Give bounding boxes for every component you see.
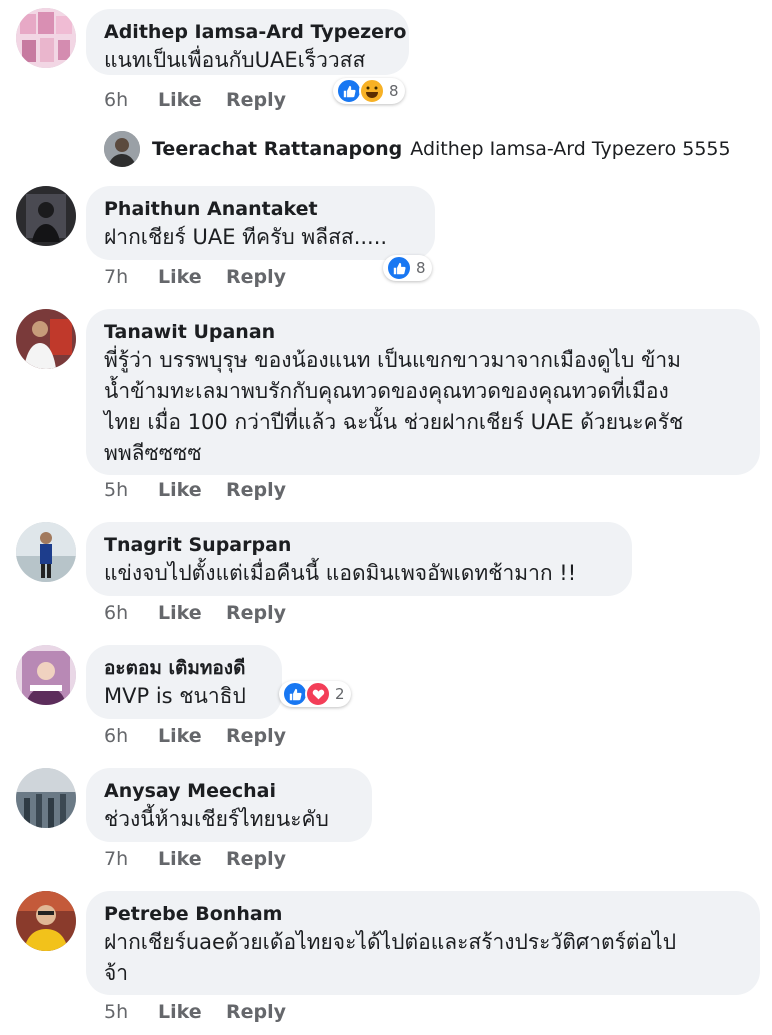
comment-text: MVP is ชนาธิป (104, 684, 246, 708)
comment-bubble: Tnagrit Suparpan แข่งจบไปตั้งแต่เมื่อคืน… (86, 522, 632, 596)
comment-time[interactable]: 6h (104, 602, 158, 624)
comment-actions: 5h Like Reply (104, 479, 286, 501)
reaction-summary[interactable]: 8 (383, 255, 432, 281)
avatar[interactable] (16, 522, 76, 582)
reaction-count: 2 (335, 685, 345, 703)
comment-author[interactable]: Petrebe Bonham (104, 901, 742, 927)
avatar[interactable] (16, 891, 76, 951)
comment-text-line: พี่รู้ว่า บรรพบุรุษ ของน้องแนท เป็นแขกขา… (104, 348, 682, 372)
reply-button[interactable]: Reply (226, 479, 286, 501)
comment-author[interactable]: Adithep Iamsa-Ard Typezero (104, 19, 406, 45)
comment-actions: 5h Like Reply (104, 1001, 286, 1023)
comment-author[interactable]: Phaithun Anantaket (104, 196, 417, 222)
comment-time[interactable]: 5h (104, 479, 158, 501)
comment-time[interactable]: 7h (104, 848, 158, 870)
like-button[interactable]: Like (158, 89, 226, 111)
like-button[interactable]: Like (158, 266, 226, 288)
comment-time[interactable]: 7h (104, 266, 158, 288)
comment-text-line: ไทย เมื่อ 100 กว่าปีที่แล้ว ฉะนั้น ช่วยฝ… (104, 410, 684, 434)
comment-bubble: Anysay Meechai ช่วงนี้ห้ามเชียร์ไทยนะคับ (86, 768, 372, 842)
reaction-summary[interactable]: 8 (333, 78, 405, 104)
haha-icon (359, 78, 385, 104)
reply-button[interactable]: Reply (226, 1001, 286, 1023)
comment-time[interactable]: 6h (104, 89, 158, 111)
like-button[interactable]: Like (158, 725, 226, 747)
comment-text: แข่งจบไปตั้งแต่เมื่อคืนนี้ แอดมินเพจอัพเ… (104, 561, 577, 585)
avatar[interactable] (16, 768, 76, 828)
comment-text-line: จ้า (104, 961, 129, 985)
comment-bubble: Petrebe Bonham ฝากเชียร์uaeด้วยเด้อไทยจะ… (86, 891, 760, 995)
comment-bubble: Phaithun Anantaket ฝากเชียร์ UAE ทีครับ … (86, 186, 435, 260)
comment-actions: 6h Like Reply (104, 89, 286, 111)
comment-time[interactable]: 6h (104, 725, 158, 747)
reply-button[interactable]: Reply (226, 266, 286, 288)
comment-text: ช่วงนี้ห้ามเชียร์ไทยนะคับ (104, 807, 329, 831)
like-icon (386, 255, 412, 281)
reaction-count: 8 (416, 259, 426, 277)
comment-actions: 6h Like Reply (104, 725, 286, 747)
reply-author[interactable]: Teerachat Rattanapong (152, 138, 402, 160)
reaction-count: 8 (389, 82, 399, 100)
comment-text: แนทเป็นเพื่อนกับUAEเร็ววสส (104, 48, 366, 72)
like-button[interactable]: Like (158, 479, 226, 501)
comment-text-line: พพลีซซซซ (104, 441, 202, 465)
reply-text: Adithep Iamsa-Ard Typezero 5555 (410, 138, 731, 160)
love-icon (305, 681, 331, 707)
avatar[interactable] (16, 645, 76, 705)
comment-author[interactable]: Tnagrit Suparpan (104, 532, 614, 558)
reply-button[interactable]: Reply (226, 848, 286, 870)
reply-button[interactable]: Reply (226, 725, 286, 747)
comment-time[interactable]: 5h (104, 1001, 158, 1023)
comment-bubble: Tanawit Upanan พี่รู้ว่า บรรพบุรุษ ของน้… (86, 309, 760, 475)
comment-actions: 7h Like Reply (104, 848, 286, 870)
comment-text-line: ฝากเชียร์uaeด้วยเด้อไทยจะได้ไปต่อและสร้า… (104, 930, 677, 954)
like-button[interactable]: Like (158, 1001, 226, 1023)
avatar[interactable] (16, 8, 76, 68)
comment-text-line: น้ำข้ามทะเลมาพบรักกับคุณทวดของคุณทวดของค… (104, 379, 669, 403)
comment-bubble: อะตอม เติมทองดี MVP is ชนาธิป (86, 645, 282, 719)
reply-button[interactable]: Reply (226, 89, 286, 111)
comment-actions: 6h Like Reply (104, 602, 286, 624)
comment-bubble: Adithep Iamsa-Ard Typezero แนทเป็นเพื่อน… (86, 9, 409, 75)
like-button[interactable]: Like (158, 848, 226, 870)
reply-preview[interactable]: Teerachat Rattanapong Adithep Iamsa-Ard … (104, 130, 731, 168)
avatar[interactable] (104, 131, 140, 167)
like-button[interactable]: Like (158, 602, 226, 624)
comment-author[interactable]: อะตอม เติมทองดี (104, 655, 264, 681)
comment-author[interactable]: Tanawit Upanan (104, 319, 742, 345)
reply-button[interactable]: Reply (226, 602, 286, 624)
avatar[interactable] (16, 186, 76, 246)
comment-author[interactable]: Anysay Meechai (104, 778, 354, 804)
reaction-summary[interactable]: 2 (279, 681, 351, 707)
comment-text: ฝากเชียร์ UAE ทีครับ พลีสส..... (104, 225, 388, 249)
comment-actions: 7h Like Reply (104, 266, 286, 288)
avatar[interactable] (16, 309, 76, 369)
